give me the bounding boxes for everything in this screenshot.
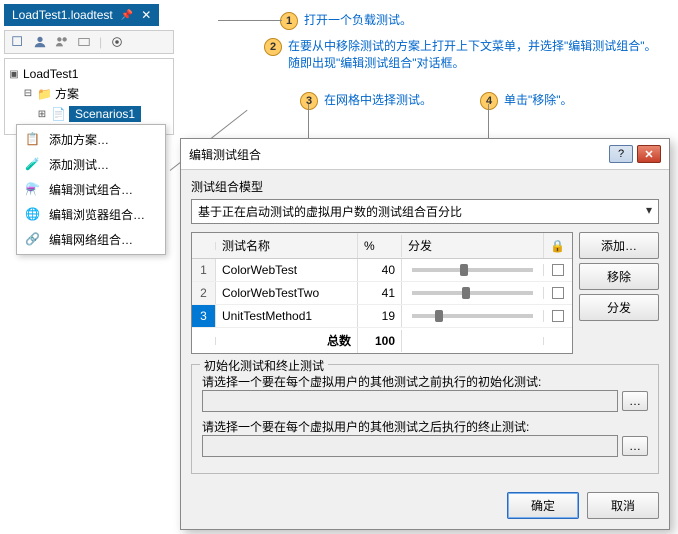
browser-icon: 🌐 [25,207,41,223]
cell-test-name: ColorWebTestTwo [216,282,358,304]
dialog-title: 编辑测试组合 [189,146,261,163]
callout-text: 在网格中选择测试。 [324,92,432,109]
row-number: 3 [192,305,216,327]
table-row[interactable]: 1ColorWebTest40 [192,259,572,282]
scenario-icon: 📄 [51,107,65,121]
model-label: 测试组合模型 [191,178,659,195]
callout-text: 单击"移除"。 [504,92,573,109]
browse-init-button[interactable]: … [622,391,648,411]
flask-icon: ⚗️ [25,182,41,198]
menu-label: 添加测试… [49,156,109,173]
term-test-input[interactable] [202,435,618,457]
expander-icon[interactable]: ⊟ [23,88,33,99]
remove-button[interactable]: 移除 [579,263,659,290]
add-test-icon: 🧪 [25,157,41,173]
callout-text: 打开一个负载测试。 [304,12,412,29]
menu-add-scenario[interactable]: 📋 添加方案… [17,127,165,152]
callout-1: 1 打开一个负载测试。 [280,12,412,30]
col-lock: 🔒 [544,235,572,257]
tab-title: LoadTest1.loadtest [12,8,113,22]
settings-icon[interactable] [110,35,124,49]
expander-icon[interactable]: ⊞ [37,109,47,120]
dialog-titlebar[interactable]: 编辑测试组合 ? ✕ [181,139,669,170]
cell-slider[interactable] [402,287,544,299]
init-term-group: 初始化测试和终止测试 请选择一个要在每个虚拟用户的其他测试之前执行的初始化测试:… [191,364,659,474]
test-mix-grid: 测试名称 % 分发 🔒 1ColorWebTest402ColorWebTest… [191,232,573,354]
callout-3: 3 在网格中选择测试。 [300,92,432,110]
callout-number: 3 [300,92,318,110]
init-label: 请选择一个要在每个虚拟用户的其他测试之前执行的初始化测试: [202,373,648,390]
counter-icon[interactable] [77,35,91,49]
context-menu: 📋 添加方案… 🧪 添加测试… ⚗️ 编辑测试组合… 🌐 编辑浏览器组合… 🔗 … [16,124,166,255]
cell-percent[interactable]: 19 [358,305,402,327]
row-number: 1 [192,259,216,281]
cell-lock[interactable] [544,260,572,280]
expander-icon[interactable]: ▣ [9,69,19,80]
add-scenario-icon: 📋 [25,132,41,148]
menu-edit-network-mix[interactable]: 🔗 编辑网络组合… [17,227,165,252]
ok-button[interactable]: 确定 [507,492,579,519]
callout-4: 4 单击"移除"。 [480,92,573,110]
users-icon[interactable] [55,35,69,49]
col-test-name: 测试名称 [216,233,358,258]
tree-node-scenario1[interactable]: ⊞ 📄 Scenarios1 [9,104,169,124]
folder-icon: 📁 [37,87,51,101]
cancel-button[interactable]: 取消 [587,492,659,519]
close-button[interactable]: ✕ [637,145,661,163]
user-icon[interactable] [33,35,47,49]
help-button[interactable]: ? [609,145,633,163]
document-tab[interactable]: LoadTest1.loadtest 📌 ✕ [4,4,159,26]
table-row[interactable]: 3UnitTestMethod119 [192,305,572,328]
add-button[interactable]: 添加… [579,232,659,259]
cell-lock[interactable] [544,306,572,326]
callout-text: 在要从中移除测试的方案上打开上下文菜单，并选择"编辑测试组合"。 随即出现"编辑… [288,38,657,72]
menu-edit-browser-mix[interactable]: 🌐 编辑浏览器组合… [17,202,165,227]
distribute-button[interactable]: 分发 [579,294,659,321]
term-label: 请选择一个要在每个虚拟用户的其他测试之后执行的终止测试: [202,418,648,435]
col-percent: % [358,235,402,257]
table-row[interactable]: 2ColorWebTestTwo41 [192,282,572,305]
tree-label: LoadTest1 [23,67,78,81]
tree-root[interactable]: ▣ LoadTest1 [9,65,169,83]
callout-number: 4 [480,92,498,110]
group-title: 初始化测试和终止测试 [200,357,328,374]
cell-percent[interactable]: 41 [358,282,402,304]
total-label: 总数 [216,328,358,353]
menu-label: 编辑网络组合… [49,231,133,248]
total-value: 100 [358,330,402,352]
callout-2: 2 在要从中移除测试的方案上打开上下文菜单，并选择"编辑测试组合"。 随即出现"… [264,38,664,72]
menu-add-test[interactable]: 🧪 添加测试… [17,152,165,177]
col-distribute: 分发 [402,233,544,258]
model-combo[interactable]: 基于正在启动测试的虚拟用户数的测试组合百分比 [191,199,659,224]
row-number: 2 [192,282,216,304]
menu-label: 添加方案… [49,131,109,148]
close-tab-icon[interactable]: ✕ [141,8,151,22]
tree-label-selected: Scenarios1 [69,106,141,122]
browse-term-button[interactable]: … [622,436,648,456]
add-scenario-icon[interactable] [11,35,25,49]
pin-icon[interactable]: 📌 [121,10,133,21]
edit-test-mix-dialog: 编辑测试组合 ? ✕ 测试组合模型 基于正在启动测试的虚拟用户数的测试组合百分比… [180,138,670,530]
network-icon: 🔗 [25,232,41,248]
init-test-input[interactable] [202,390,618,412]
cell-slider[interactable] [402,264,544,276]
menu-edit-test-mix[interactable]: ⚗️ 编辑测试组合… [17,177,165,202]
tree-folder-scenarios[interactable]: ⊟ 📁 方案 [9,83,169,104]
combo-value: 基于正在启动测试的虚拟用户数的测试组合百分比 [198,205,462,219]
cell-test-name: UnitTestMethod1 [216,305,358,327]
tree-label: 方案 [55,85,79,102]
callout-number: 1 [280,12,298,30]
cell-test-name: ColorWebTest [216,259,358,281]
menu-label: 编辑浏览器组合… [49,206,145,223]
cell-percent[interactable]: 40 [358,259,402,281]
cell-slider[interactable] [402,310,544,322]
callout-number: 2 [264,38,282,56]
menu-label: 编辑测试组合… [49,181,133,198]
cell-lock[interactable] [544,283,572,303]
tree-toolbar: | [4,30,174,54]
